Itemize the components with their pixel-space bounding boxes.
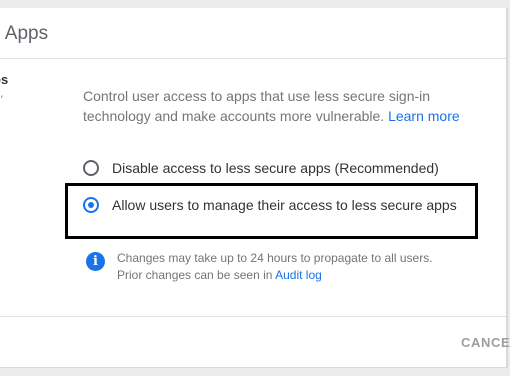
- settings-dialog: e Apps ps e' Control user access to apps…: [0, 8, 510, 369]
- learn-more-link[interactable]: Learn more: [388, 108, 460, 124]
- audit-log-link[interactable]: Audit log: [275, 268, 322, 282]
- setting-description: Control user access to apps that use les…: [83, 86, 483, 126]
- info-line-2: Prior changes can be seen in Audit log: [117, 267, 433, 284]
- info-icon: i: [86, 252, 105, 271]
- radio-label-allow[interactable]: Allow users to manage their access to le…: [112, 197, 457, 213]
- section-title: ps: [0, 72, 9, 87]
- cancel-button[interactable]: CANCEL: [461, 335, 510, 350]
- info-line-1: Changes may take up to 24 hours to propa…: [117, 251, 433, 265]
- info-line-2-text: Prior changes can be seen in: [117, 268, 273, 282]
- description-text: Control user access to apps that use les…: [83, 88, 431, 124]
- radio-button-unselected[interactable]: [83, 160, 99, 176]
- radio-label-disable[interactable]: Disable access to less secure apps (Reco…: [112, 160, 439, 176]
- section-subtitle: e': [0, 94, 3, 106]
- radio-option-disable[interactable]: Disable access to less secure apps (Reco…: [83, 156, 439, 180]
- radio-button-selected[interactable]: [83, 197, 99, 213]
- dialog-title: e Apps: [0, 23, 49, 44]
- radio-option-allow[interactable]: Allow users to manage their access to le…: [83, 193, 457, 217]
- dialog-footer: CANCEL: [0, 316, 510, 369]
- dialog-header: e Apps: [0, 8, 506, 59]
- info-message: Changes may take up to 24 hours to propa…: [117, 250, 433, 284]
- window-frame: e Apps ps e' Control user access to apps…: [0, 0, 510, 376]
